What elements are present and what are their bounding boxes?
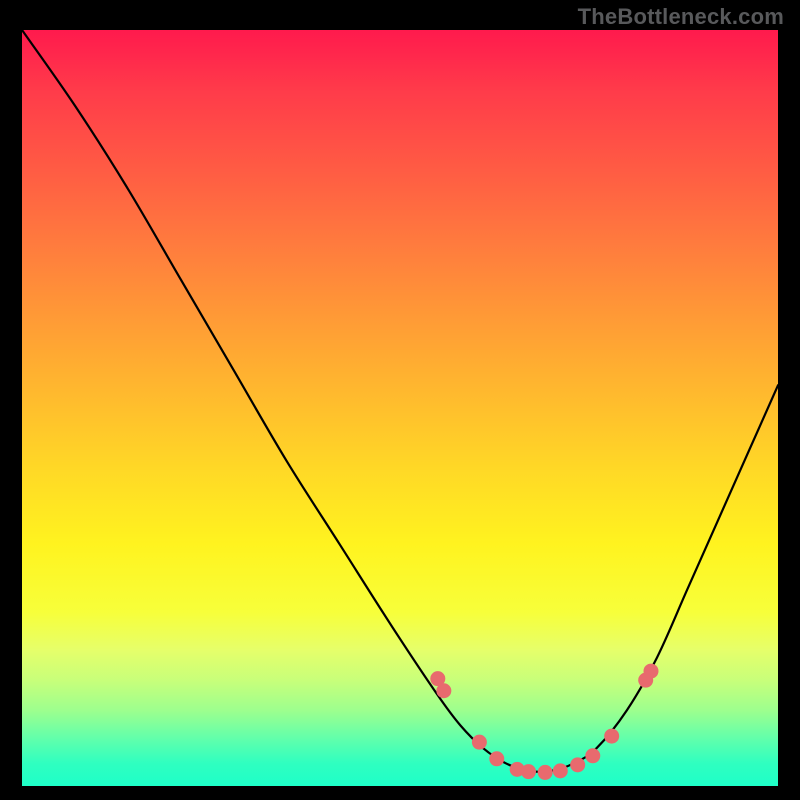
data-marker xyxy=(643,664,658,679)
data-marker xyxy=(570,757,585,772)
data-marker xyxy=(489,751,504,766)
curve-layer xyxy=(22,30,778,786)
data-marker xyxy=(436,683,451,698)
watermark-text: TheBottleneck.com xyxy=(578,4,784,30)
data-marker xyxy=(585,748,600,763)
data-marker xyxy=(472,735,487,750)
chart-frame: TheBottleneck.com xyxy=(0,0,800,800)
bottleneck-curve xyxy=(22,30,778,772)
plot-area xyxy=(22,30,778,786)
marker-group xyxy=(430,664,658,780)
data-marker xyxy=(538,765,553,780)
data-marker xyxy=(604,729,619,744)
data-marker xyxy=(521,764,536,779)
data-marker xyxy=(553,763,568,778)
